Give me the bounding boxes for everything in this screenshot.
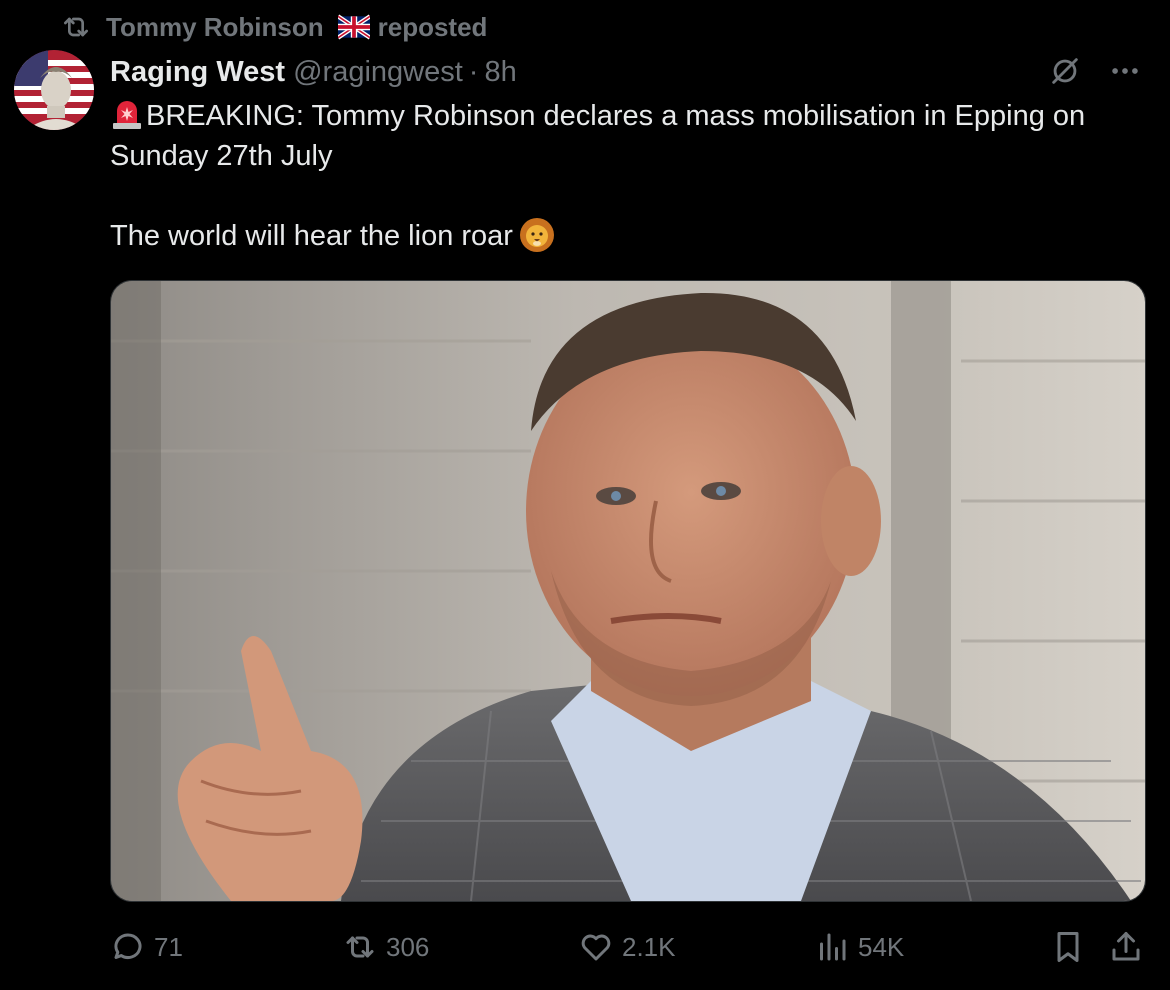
bookmark-icon <box>1057 932 1079 962</box>
share-button[interactable] <box>1108 922 1144 972</box>
reply-button[interactable]: 71 <box>110 922 183 972</box>
views-count: 54K <box>858 931 905 962</box>
more-icon[interactable] <box>1108 54 1142 88</box>
views-icon <box>820 933 846 961</box>
repost-icon <box>63 17 88 37</box>
timestamp[interactable]: 8h <box>484 56 516 89</box>
tweet-text-line2: The world will hear the lion roar <box>110 220 513 252</box>
reposter-name[interactable]: Tommy Robinson <box>106 12 324 43</box>
repost-icon <box>346 936 374 958</box>
tweet-text: BREAKING: Tommy Robinson declares a mass… <box>110 96 1150 256</box>
tweet-header: Raging West @ragingwest · 8h <box>110 52 517 92</box>
siren-emoji <box>113 101 141 129</box>
lion-emoji <box>519 218 554 252</box>
repost-button[interactable]: 306 <box>342 922 429 972</box>
grok-icon[interactable] <box>1048 54 1082 88</box>
reply-icon <box>114 933 142 959</box>
separator: · <box>468 55 479 88</box>
tweet-actions: 71 306 2.1K 54K <box>110 922 1150 972</box>
like-count: 2.1K <box>622 931 676 962</box>
repost-count: 306 <box>386 931 430 962</box>
uk-flag-icon <box>337 14 370 40</box>
tweet-top-actions <box>1048 54 1142 88</box>
repost-indicator[interactable]: Tommy Robinson reposted <box>60 10 487 44</box>
share-icon <box>1112 932 1140 961</box>
user-handle[interactable]: @ragingwest <box>293 56 463 89</box>
display-name[interactable]: Raging West <box>110 56 285 89</box>
reply-count: 71 <box>154 931 183 962</box>
tweet-image[interactable] <box>110 280 1146 902</box>
bookmark-button[interactable] <box>1050 922 1086 972</box>
tweet-text-line1: BREAKING: Tommy Robinson declares a mass… <box>110 100 1086 172</box>
heart-icon <box>581 934 611 961</box>
views-button[interactable]: 54K <box>814 922 904 972</box>
like-button[interactable]: 2.1K <box>578 922 676 972</box>
repost-label: reposted <box>377 11 488 42</box>
avatar[interactable] <box>14 50 94 130</box>
